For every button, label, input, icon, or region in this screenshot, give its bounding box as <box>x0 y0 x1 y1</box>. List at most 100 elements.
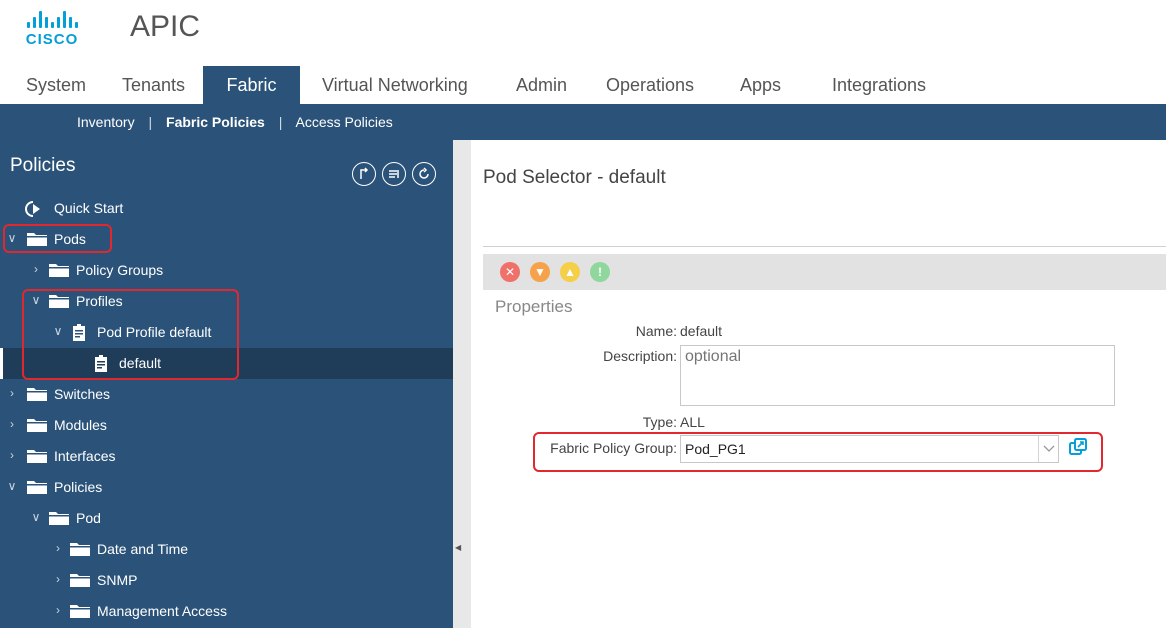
selection-indicator <box>0 348 3 379</box>
sidebar-item-modules[interactable]: › Modules <box>0 410 453 441</box>
main-tabs: System Tenants Fabric Virtual Networking… <box>0 66 1166 104</box>
sidebar-item-quick-start[interactable]: Quick Start <box>0 193 453 224</box>
fabric-policy-group-label: Fabric Policy Group: <box>550 440 677 456</box>
fabric-policy-group-select[interactable]: Pod_PG1 <box>680 435 1059 463</box>
sidebar-item-label: Management Access <box>97 603 227 619</box>
folder-icon <box>69 603 91 622</box>
folder-icon <box>48 510 70 529</box>
folder-icon <box>26 448 48 467</box>
subnav-separator: | <box>148 114 153 130</box>
sidebar-item-label: Policies <box>54 479 103 495</box>
properties-heading: Properties <box>495 297 573 316</box>
name-value: default <box>680 323 723 339</box>
sidebar-item-label: Quick Start <box>54 200 124 216</box>
quick-start-icon <box>24 200 44 221</box>
sidebar-item-label: default <box>119 355 162 371</box>
critical-fault-icon[interactable]: ✕ <box>500 262 520 282</box>
major-fault-icon[interactable]: ▼ <box>530 262 550 282</box>
sidebar-item-policies[interactable]: ∨ Policies <box>0 472 453 503</box>
sidebar-item-label: Pods <box>54 231 86 247</box>
tab-apps[interactable]: Apps <box>740 66 781 104</box>
sidebar-title: Policies <box>10 155 76 176</box>
chevron-down-icon[interactable] <box>1038 436 1058 462</box>
refresh-icon[interactable] <box>412 162 436 186</box>
sidebar-item-label: Profiles <box>76 293 123 309</box>
name-label: Name: <box>635 323 677 339</box>
sidebar-item-label: Switches <box>54 386 111 402</box>
chevron-right-icon[interactable]: › <box>6 448 18 462</box>
sidebar-item-interfaces[interactable]: › Interfaces <box>0 441 453 472</box>
subnav-inventory[interactable]: Inventory <box>77 114 135 130</box>
sidebar-item-label: Pod <box>76 510 101 526</box>
sidebar-item-pod[interactable]: ∨ Pod <box>0 503 453 534</box>
folder-icon <box>26 386 48 405</box>
list-icon[interactable] <box>382 162 406 186</box>
sidebar-item-profiles[interactable]: ∨ Profiles <box>0 286 453 317</box>
sidebar-item-label: Policy Groups <box>76 262 164 278</box>
chevron-right-icon[interactable]: › <box>52 541 64 555</box>
policies-sidebar: Policies Quick Start ∨ Pods › Policy Gro… <box>0 140 453 628</box>
fabric-policy-group-value: Pod_PG1 <box>685 441 746 457</box>
tab-virtual-networking[interactable]: Virtual Networking <box>322 66 468 104</box>
sidebar-item-date-and-time[interactable]: › Date and Time <box>0 534 453 565</box>
folder-icon <box>26 231 48 250</box>
sidebar-item-pod-profile-default[interactable]: ∨ Pod Profile default <box>0 317 453 348</box>
sidebar-item-pods[interactable]: ∨ Pods <box>0 224 453 255</box>
sidebar-item-policy-groups[interactable]: › Policy Groups <box>0 255 453 286</box>
tab-fabric[interactable]: Fabric <box>203 66 300 104</box>
step-icon[interactable] <box>352 162 376 186</box>
folder-icon <box>26 479 48 498</box>
divider <box>483 246 1166 247</box>
sidebar-item-management-access[interactable]: › Management Access <box>0 596 453 627</box>
sidebar-item-snmp[interactable]: › SNMP <box>0 565 453 596</box>
chevron-right-icon[interactable]: › <box>6 417 18 431</box>
chevron-down-icon[interactable]: ∨ <box>52 324 64 338</box>
collapse-handle-icon[interactable]: ◀ <box>455 543 461 552</box>
type-label: Type: <box>642 414 677 430</box>
tab-integrations[interactable]: Integrations <box>832 66 926 104</box>
chevron-down-icon[interactable]: ∨ <box>6 479 18 493</box>
chevron-right-icon[interactable]: › <box>30 262 42 276</box>
tab-system[interactable]: System <box>26 66 86 104</box>
document-icon <box>94 355 108 376</box>
app-title: APIC <box>130 10 201 43</box>
tab-operations[interactable]: Operations <box>606 66 694 104</box>
chevron-right-icon[interactable]: › <box>6 386 18 400</box>
chevron-down-icon[interactable]: ∨ <box>6 231 18 245</box>
sidebar-item-label: Modules <box>54 417 107 433</box>
minor-fault-icon[interactable]: ▲ <box>560 262 580 282</box>
folder-icon <box>69 572 91 591</box>
warning-fault-icon[interactable]: ! <box>590 262 610 282</box>
sidebar-item-default[interactable]: default <box>0 348 453 379</box>
content-pane: Pod Selector - default ✕ ▼ ▲ ! Propertie… <box>471 140 1166 628</box>
tab-tenants[interactable]: Tenants <box>122 66 185 104</box>
subnav-fabric-policies[interactable]: Fabric Policies <box>166 114 265 130</box>
folder-icon <box>48 262 70 281</box>
description-field[interactable] <box>680 345 1115 406</box>
description-label: Description: <box>603 348 677 364</box>
subnav-separator: | <box>278 114 283 130</box>
sidebar-item-label: SNMP <box>97 572 138 588</box>
cisco-logo: CISCO <box>20 10 84 50</box>
sidebar-item-label: Pod Profile default <box>97 324 212 340</box>
type-value: ALL <box>680 414 705 430</box>
chevron-right-icon[interactable]: › <box>52 572 64 586</box>
sidebar-item-label: Interfaces <box>54 448 116 464</box>
logo-wordmark: CISCO <box>25 31 79 48</box>
pane-splitter[interactable]: ◀ <box>453 140 471 628</box>
open-external-icon[interactable] <box>1068 437 1088 457</box>
folder-icon <box>48 293 70 312</box>
sidebar-item-label: Date and Time <box>97 541 189 557</box>
fault-summary-bar: ✕ ▼ ▲ ! <box>483 254 1166 290</box>
chevron-right-icon[interactable]: › <box>52 603 64 617</box>
chevron-down-icon[interactable]: ∨ <box>30 510 42 524</box>
page-title: Pod Selector - default <box>483 167 666 188</box>
document-icon <box>72 324 86 345</box>
sidebar-item-switches[interactable]: › Switches <box>0 379 453 410</box>
subnav-access-policies[interactable]: Access Policies <box>296 114 393 130</box>
sub-navigation: Inventory | Fabric Policies | Access Pol… <box>0 104 1166 140</box>
folder-icon <box>26 417 48 436</box>
chevron-down-icon[interactable]: ∨ <box>30 293 42 307</box>
folder-icon <box>69 541 91 560</box>
tab-admin[interactable]: Admin <box>516 66 567 104</box>
